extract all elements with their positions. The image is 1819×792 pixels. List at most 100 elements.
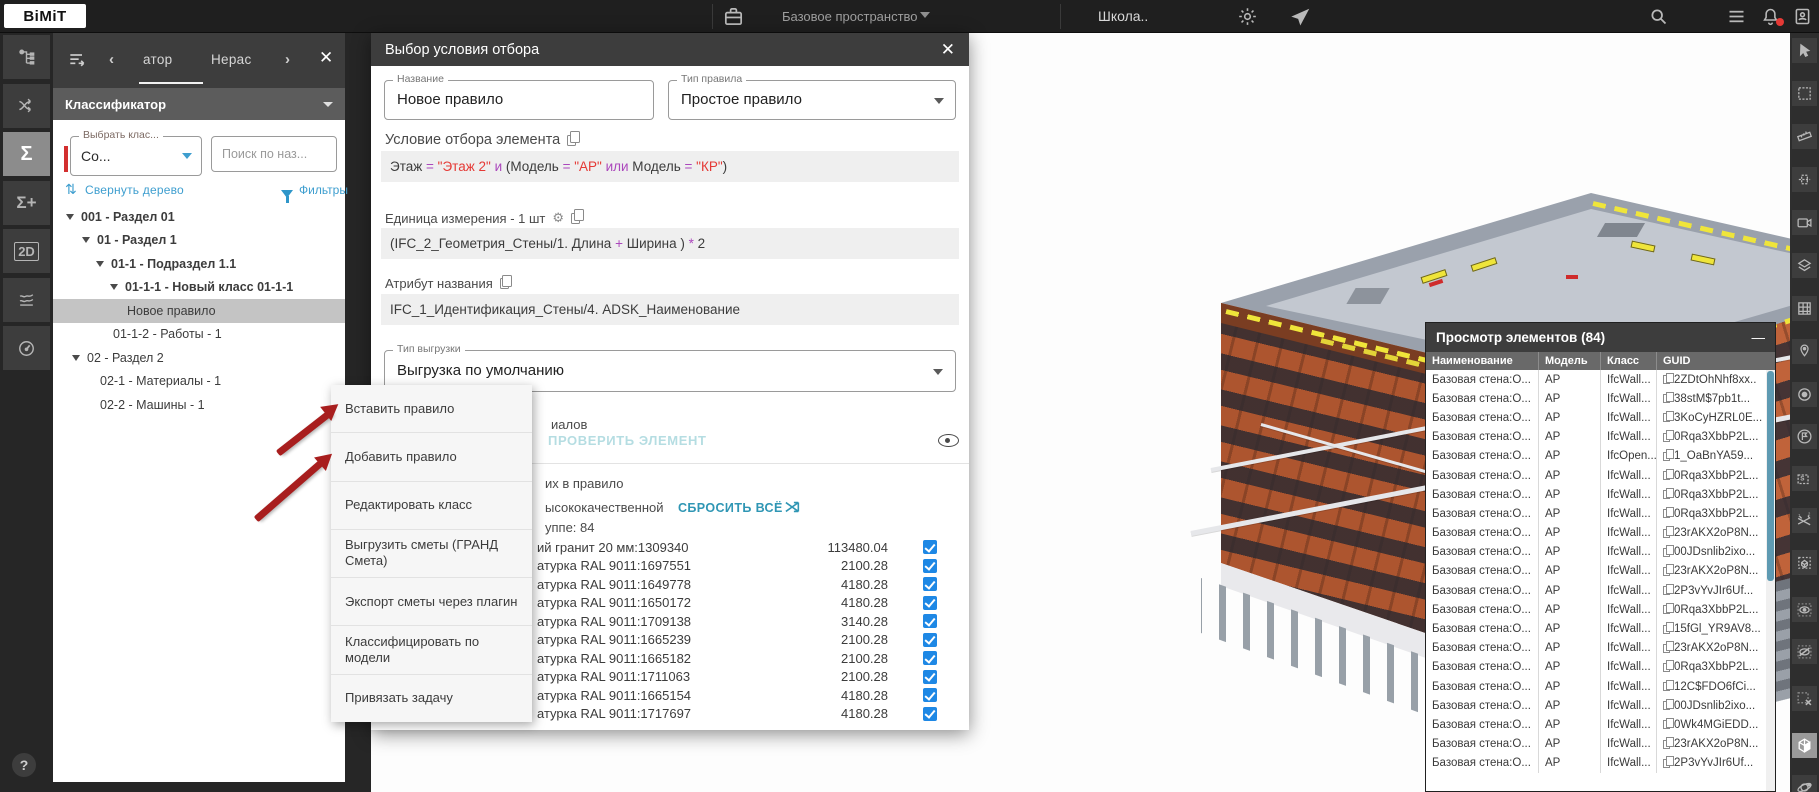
- cell-class[interactable]: IfcWall...: [1600, 639, 1656, 658]
- checkbox[interactable]: [923, 596, 937, 610]
- box-dashed-tool[interactable]: [1792, 550, 1817, 575]
- tab-unassigned[interactable]: Нерас: [211, 52, 252, 67]
- cell-name[interactable]: Базовая стена:О...: [1426, 600, 1538, 619]
- filter-icon[interactable]: [281, 185, 293, 203]
- box-select-tool[interactable]: [1792, 81, 1817, 106]
- show-tool[interactable]: [1792, 597, 1817, 622]
- cell-guid[interactable]: 0Wk4MGiEDD...: [1656, 715, 1766, 734]
- flag-tool[interactable]: [1792, 424, 1817, 449]
- cell-class[interactable]: IfcOpen...: [1600, 447, 1656, 466]
- collapse-arrow-icon[interactable]: [72, 355, 80, 361]
- context-menu-item[interactable]: Классифицировать по модели: [331, 626, 532, 674]
- cell-model[interactable]: АР: [1538, 389, 1600, 408]
- cell-name[interactable]: Базовая стена:О...: [1426, 581, 1538, 600]
- context-menu-item[interactable]: Экспорт сметы через плагин: [331, 578, 532, 626]
- cell-class[interactable]: IfcWall...: [1600, 619, 1656, 638]
- tree-item[interactable]: 01-1-1 - Новый класс 01-1-1: [53, 276, 345, 300]
- checkbox[interactable]: [923, 707, 937, 721]
- cell-name[interactable]: Базовая стена:О...: [1426, 504, 1538, 523]
- collapse-tree-icon[interactable]: ⇅: [65, 181, 77, 198]
- collapse-tree-button[interactable]: Свернуть дерево: [85, 183, 184, 197]
- app-logo[interactable]: BiMiT: [4, 4, 86, 28]
- copy-icon[interactable]: [1663, 394, 1670, 403]
- reset-all-button[interactable]: СБРОСИТЬ ВСЁ: [678, 501, 783, 515]
- copy-icon[interactable]: [1663, 375, 1670, 384]
- tree-item[interactable]: 01-1-2 - Работы - 1: [53, 323, 345, 347]
- copy-icon[interactable]: [1663, 625, 1670, 634]
- cell-name[interactable]: Базовая стена:О...: [1426, 696, 1538, 715]
- copy-icon[interactable]: [1663, 413, 1670, 422]
- gear-icon[interactable]: [1237, 6, 1258, 27]
- checkbox[interactable]: [923, 688, 937, 702]
- grid-tool[interactable]: [1792, 296, 1817, 321]
- panel-menu-icon[interactable]: [67, 50, 87, 75]
- 2d-tool[interactable]: 2D: [3, 229, 50, 273]
- copy-icon[interactable]: [1663, 433, 1670, 442]
- gear-icon[interactable]: ⚙: [552, 210, 564, 226]
- scrollbar-thumb[interactable]: [1767, 371, 1774, 581]
- cell-guid[interactable]: 15fGl_YR9AV8...: [1656, 619, 1766, 638]
- cell-class[interactable]: IfcWall...: [1600, 504, 1656, 523]
- cell-class[interactable]: IfcWall...: [1600, 658, 1656, 677]
- cell-guid[interactable]: 0Rqa3XbbP2L...: [1656, 600, 1766, 619]
- cell-model[interactable]: АР: [1538, 370, 1600, 389]
- copy-icon[interactable]: [1663, 663, 1670, 672]
- cell-guid[interactable]: 3KoCyHZRL0E...: [1656, 408, 1766, 427]
- column-header[interactable]: Модель: [1538, 352, 1600, 370]
- cell-name[interactable]: Базовая стена:О...: [1426, 754, 1538, 773]
- tree-item[interactable]: Новое правило: [53, 299, 345, 323]
- collapse-arrow-icon[interactable]: [110, 284, 118, 290]
- cell-model[interactable]: АР: [1538, 715, 1600, 734]
- cell-name[interactable]: Базовая стена:О...: [1426, 735, 1538, 754]
- briefcase-icon[interactable]: [722, 5, 745, 28]
- cell-model[interactable]: АР: [1538, 447, 1600, 466]
- cell-guid[interactable]: 2P3vYvJIr6Uf...: [1656, 754, 1766, 773]
- cell-model[interactable]: АР: [1538, 504, 1600, 523]
- target-tool[interactable]: [1792, 382, 1817, 407]
- clear-selection-tool[interactable]: [1792, 686, 1817, 711]
- cell-guid[interactable]: 12C$FDO6fCi...: [1656, 677, 1766, 696]
- unit-formula[interactable]: (IFC_2_Геометрия_Стены/1. Длина + Ширина…: [381, 228, 959, 259]
- cell-name[interactable]: Базовая стена:О...: [1426, 370, 1538, 389]
- search-icon[interactable]: [1648, 6, 1669, 27]
- cell-guid[interactable]: 2P3vYvJIr6Uf...: [1656, 581, 1766, 600]
- copy-icon[interactable]: [1663, 586, 1670, 595]
- cell-class[interactable]: IfcWall...: [1600, 466, 1656, 485]
- sigma-tool[interactable]: Σ: [3, 132, 50, 176]
- cell-guid[interactable]: 0Rqa3XbbP2L...: [1656, 428, 1766, 447]
- context-menu-item[interactable]: Выгрузить сметы (ГРАНД Смета): [331, 530, 532, 578]
- hide-tool[interactable]: [1792, 639, 1817, 664]
- copy-icon[interactable]: [1663, 567, 1670, 576]
- filters-button[interactable]: Фильтры: [299, 183, 348, 197]
- cursor-tool[interactable]: [1792, 38, 1817, 63]
- shuffle-tool[interactable]: [3, 84, 50, 128]
- help-button[interactable]: ?: [12, 753, 36, 777]
- cell-name[interactable]: Базовая стена:О...: [1426, 408, 1538, 427]
- copy-icon[interactable]: [1663, 509, 1670, 518]
- copy-icon[interactable]: [500, 278, 509, 289]
- cell-class[interactable]: IfcWall...: [1600, 715, 1656, 734]
- cell-model[interactable]: АР: [1538, 428, 1600, 447]
- cell-class[interactable]: IfcWall...: [1600, 408, 1656, 427]
- eye-icon[interactable]: [938, 434, 959, 447]
- cell-name[interactable]: Базовая стена:О...: [1426, 485, 1538, 504]
- cell-name[interactable]: Базовая стена:О...: [1426, 658, 1538, 677]
- cell-model[interactable]: АР: [1538, 466, 1600, 485]
- tree-item[interactable]: 01-1 - Подраздел 1.1: [53, 252, 345, 276]
- cell-model[interactable]: АР: [1538, 562, 1600, 581]
- cell-guid[interactable]: 2ZDtOhNhf8xx..: [1656, 370, 1766, 389]
- cell-name[interactable]: Базовая стена:О...: [1426, 524, 1538, 543]
- cell-guid[interactable]: 23rAKX2oP8N...: [1656, 524, 1766, 543]
- cell-class[interactable]: IfcWall...: [1600, 581, 1656, 600]
- context-menu-item[interactable]: Привязать задачу: [331, 675, 532, 722]
- copy-icon[interactable]: [1663, 644, 1670, 653]
- cell-name[interactable]: Базовая стена:О...: [1426, 562, 1538, 581]
- tab-classifier[interactable]: атор: [143, 52, 172, 67]
- checkbox[interactable]: [923, 540, 937, 554]
- chevron-down-icon[interactable]: [920, 12, 930, 18]
- tab-scroll-right-icon[interactable]: ›: [285, 51, 290, 68]
- cell-class[interactable]: IfcWall...: [1600, 428, 1656, 447]
- cell-model[interactable]: АР: [1538, 600, 1600, 619]
- column-header[interactable]: Класс: [1600, 352, 1656, 370]
- cell-class[interactable]: IfcWall...: [1600, 543, 1656, 562]
